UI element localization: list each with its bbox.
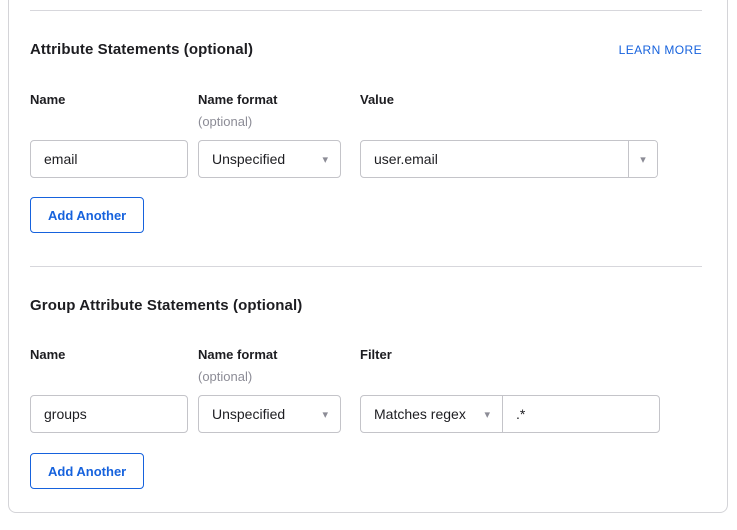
group-name-format-selected-value: Unspecified: [212, 406, 285, 422]
learn-more-link[interactable]: LEARN MORE: [619, 43, 702, 57]
chevron-down-icon: ▾: [322, 154, 328, 165]
group-filter-column-label: Filter: [360, 347, 392, 362]
chevron-down-icon: ▾: [484, 409, 490, 420]
group-filter-type-selected-value: Matches regex: [374, 406, 466, 422]
attr-name-input[interactable]: [30, 140, 188, 178]
group-name-column-label: Name: [30, 347, 65, 362]
group-add-another-button[interactable]: Add Another: [30, 453, 144, 489]
attr-name-format-selected-value: Unspecified: [212, 151, 285, 167]
attr-value-combobox: ▾: [360, 140, 658, 178]
group-name-input[interactable]: [30, 395, 188, 433]
settings-card: [8, 0, 728, 513]
attr-name-column-label: Name: [30, 92, 65, 107]
section-divider: [30, 266, 702, 267]
group-filter-type-select[interactable]: Matches regex ▾: [361, 396, 503, 432]
attr-value-dropdown-toggle[interactable]: ▾: [628, 141, 657, 177]
group-name-format-select[interactable]: Unspecified ▾: [198, 395, 341, 433]
attr-name-format-select[interactable]: Unspecified ▾: [198, 140, 341, 178]
group-attribute-statements-title: Group Attribute Statements (optional): [30, 297, 302, 314]
group-name-format-optional-note: (optional): [198, 369, 252, 384]
attribute-statements-title: Attribute Statements (optional): [30, 41, 253, 58]
group-filter-value-input[interactable]: [503, 396, 659, 432]
group-name-format-column-label: Name format: [198, 347, 277, 362]
attr-value-input[interactable]: [361, 141, 628, 177]
group-filter-combobox: Matches regex ▾: [360, 395, 660, 433]
saml-settings-page: Attribute Statements (optional) LEARN MO…: [0, 0, 737, 530]
attr-name-format-optional-note: (optional): [198, 114, 252, 129]
attr-add-another-button[interactable]: Add Another: [30, 197, 144, 233]
attr-value-column-label: Value: [360, 92, 394, 107]
attr-name-format-column-label: Name format: [198, 92, 277, 107]
chevron-down-icon: ▾: [640, 154, 646, 165]
top-divider: [30, 10, 702, 11]
chevron-down-icon: ▾: [322, 409, 328, 420]
